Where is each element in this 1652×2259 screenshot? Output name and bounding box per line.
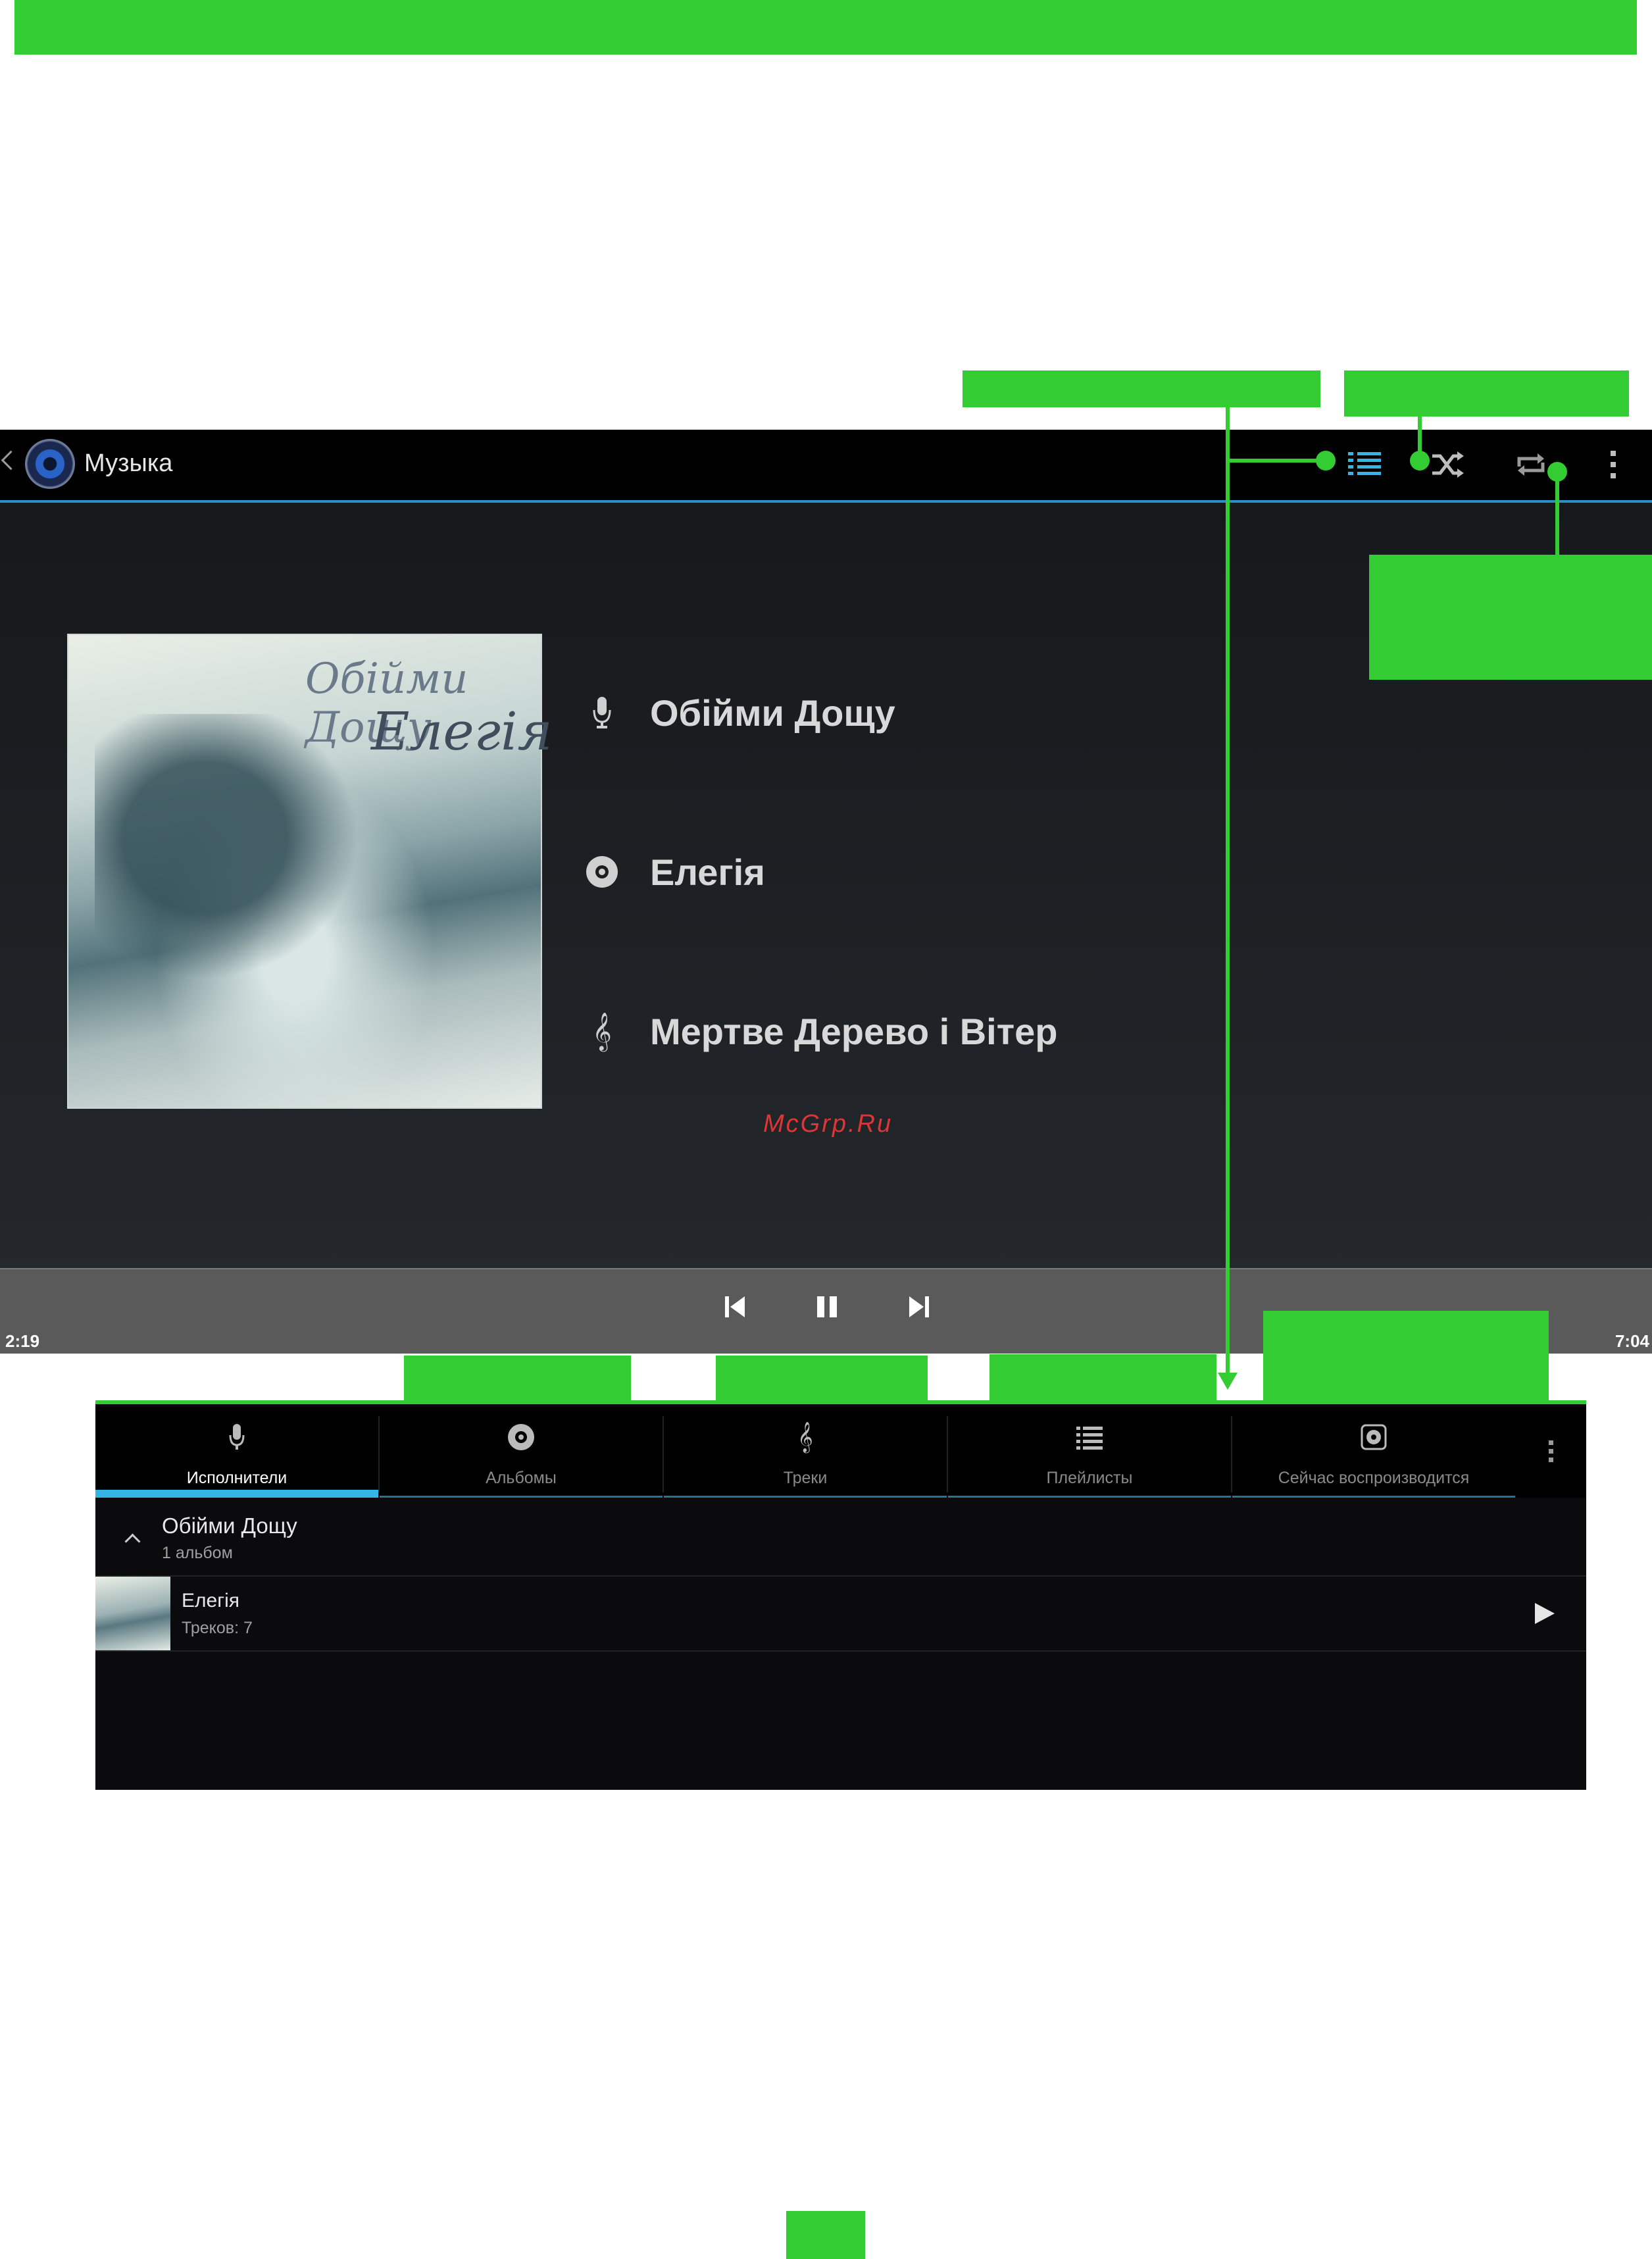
page-number-box [786,2211,865,2259]
tab-label: Треки [783,1469,828,1487]
music-library: Исполнители Альбомы 𝄞 Треки Плейлисты Се… [95,1400,1586,1790]
callout-dot-shuffle [1410,451,1430,470]
tab-underline [95,1490,378,1498]
album-art: Обійми Дощу Елегія [67,634,553,1109]
overflow-menu-icon[interactable] [1609,449,1617,483]
callout-box-repeat [1369,555,1652,680]
album-name: Елегія [182,1590,240,1612]
tab-now-playing[interactable]: Сейчас воспроизводится [1232,1407,1515,1498]
tab-albums[interactable]: Альбомы [380,1407,664,1498]
title-row: 𝄞 Мертве Дерево і Вітер [579,1005,1058,1057]
tab-underline [948,1496,1231,1498]
album-art-trees [95,714,371,990]
callout-dot-playlist [1316,451,1336,470]
callout-box-playlist [963,370,1320,407]
artist-album-count: 1 альбом [162,1544,233,1562]
callout-box-tab-4 [1263,1311,1549,1400]
total-time: 7:04 [1614,1331,1649,1351]
app-title: Музыка [84,449,173,477]
repeat-icon[interactable] [1515,449,1547,483]
tab-tracks[interactable]: 𝄞 Треки [664,1407,948,1498]
library-overflow-menu-icon[interactable] [1548,1440,1555,1467]
artist-name: Обійми Дощу [162,1513,297,1538]
microphone-icon [95,1423,378,1452]
callout-dot-repeat [1547,462,1567,482]
callout-arrow-icon [1218,1373,1238,1390]
tab-label: Исполнители [186,1469,288,1487]
treble-clef-icon: 𝄞 [592,1011,612,1050]
album-art-album-text: Елегія [371,701,553,762]
tab-underline [1232,1496,1515,1498]
disc-icon [380,1423,663,1452]
action-bar: Музыка [0,430,1652,503]
music-app-icon[interactable] [25,439,75,489]
watermark: McGrp.Ru [763,1110,893,1138]
tab-underline [664,1496,947,1498]
header-bar [14,0,1637,55]
tab-underline [380,1496,663,1498]
album-track-count: Треков: 7 [182,1619,253,1637]
shuffle-icon[interactable] [1431,449,1465,483]
tab-artists[interactable]: Исполнители [95,1407,380,1498]
album-row: Елегія [579,846,765,898]
library-tabs: Исполнители Альбомы 𝄞 Треки Плейлисты Се… [95,1407,1586,1498]
album-list-item[interactable]: Елегія Треков: 7 [95,1577,1586,1652]
collapse-chevron-icon[interactable] [124,1533,141,1550]
callout-line-playlist-horizontal [1226,459,1326,463]
callout-line-playlist-vertical [1226,407,1230,1384]
artist-list-item[interactable]: Обійми Дощу 1 альбом [95,1503,1586,1577]
track-artist: Обійми Дощу [650,692,895,734]
music-player: Музыка Обійми Дощу Елегія Обійми Дощу Ел… [0,430,1652,1354]
callout-box-tab-3 [989,1354,1216,1400]
tab-playlists[interactable]: Плейлисты [948,1407,1232,1498]
callout-line-repeat [1555,472,1559,557]
elapsed-time: 2:19 [5,1331,40,1351]
treble-clef-icon: 𝄞 [797,1422,813,1452]
callout-box-shuffle [1344,370,1629,417]
play-icon[interactable] [1534,1602,1556,1629]
disc-icon [579,855,625,888]
tab-label: Плейлисты [1046,1469,1133,1487]
playlist-icon [948,1423,1231,1452]
artist-row: Обійми Дощу [579,686,895,739]
previous-icon[interactable] [724,1294,746,1323]
track-album: Елегія [650,851,765,893]
now-playing-list-icon[interactable] [1348,449,1381,483]
tab-label: Альбомы [486,1469,557,1487]
tab-label: Сейчас воспроизводится [1278,1469,1470,1487]
now-playing-icon [1232,1423,1515,1452]
album-thumbnail [95,1577,170,1650]
back-chevron-icon[interactable] [1,450,21,470]
next-icon[interactable] [908,1294,930,1323]
track-title: Мертве Дерево і Вітер [650,1010,1058,1052]
microphone-icon [579,696,625,730]
callout-box-tab-2 [716,1356,928,1400]
callout-box-tab-1 [404,1356,631,1400]
pause-icon[interactable] [814,1294,839,1323]
